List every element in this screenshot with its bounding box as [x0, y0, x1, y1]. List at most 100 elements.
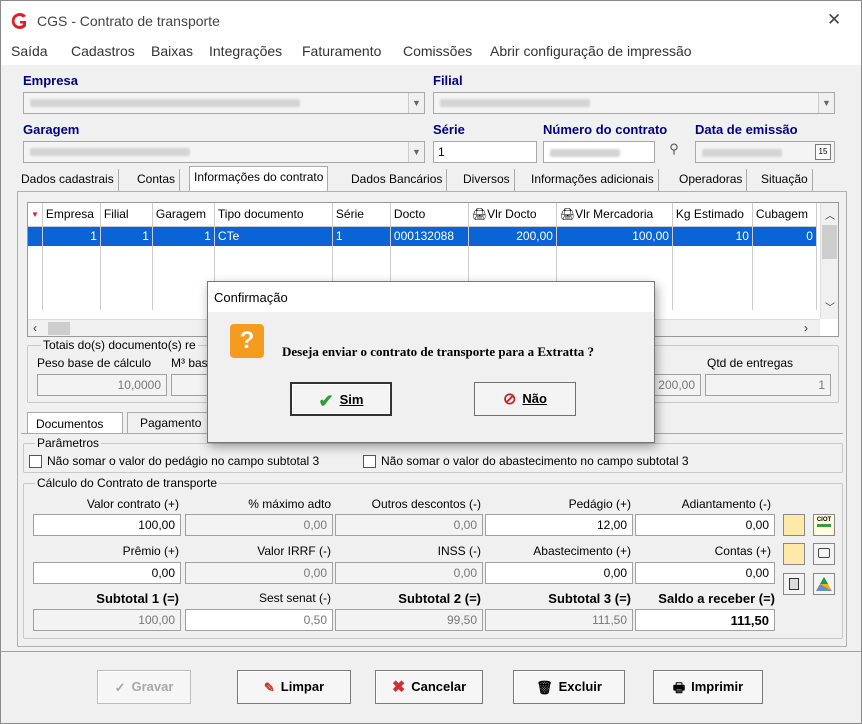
- limpar-button[interactable]: ✎ Limpar: [237, 670, 351, 704]
- calendar-icon[interactable]: 15: [815, 144, 831, 160]
- sort-arrow-icon: ▼: [28, 203, 43, 227]
- menu-abrir-config[interactable]: Abrir configuração de impressão: [490, 43, 692, 59]
- abastecimento-label: Abastecimento (+): [533, 544, 631, 558]
- col-kg-estimado[interactable]: Kg Estimado: [672, 203, 753, 227]
- ciot-icon[interactable]: CIOT: [813, 514, 835, 536]
- check-icon: ✓: [114, 679, 126, 695]
- tab-dados-cadastrais[interactable]: Dados cadastrais: [17, 169, 119, 191]
- garagem-combo[interactable]: ▼: [23, 141, 425, 163]
- valor-contrato-label: Valor contrato (+): [86, 497, 179, 511]
- gravar-button[interactable]: ✓ Gravar: [97, 670, 191, 704]
- sim-button[interactable]: ✔ Sim: [290, 382, 392, 416]
- subtotal3-field[interactable]: 111,50: [485, 609, 633, 631]
- tab-dados-bancarios[interactable]: Dados Bancários: [347, 169, 448, 191]
- adiantamento-field[interactable]: 0,00: [635, 514, 775, 536]
- max-adto-field[interactable]: 0,00: [185, 514, 333, 536]
- col-cubagem[interactable]: Cubagem: [752, 203, 817, 227]
- col-empresa[interactable]: Empresa: [42, 203, 101, 227]
- col-vlr-mercadoria[interactable]: 🖨Vlr Mercadoria: [556, 203, 673, 227]
- col-vlr-docto[interactable]: 🖨Vlr Docto: [468, 203, 557, 227]
- scroll-left-icon[interactable]: ‹: [33, 321, 37, 335]
- cell-garagem: 1: [152, 226, 215, 246]
- sest-senat-field[interactable]: 0,50: [185, 609, 333, 631]
- chk-pedagio[interactable]: [29, 455, 42, 468]
- sest-senat-label: Sest senat (-): [258, 591, 331, 605]
- chevron-down-icon[interactable]: ▼: [408, 142, 424, 162]
- receipt-icon[interactable]: [783, 543, 805, 565]
- redacted-value: [30, 99, 300, 107]
- message-icon[interactable]: [813, 543, 835, 565]
- broom-icon: ✎: [263, 679, 275, 695]
- peso-field[interactable]: 10,0000: [37, 374, 167, 396]
- tab-informacoes-adicionais[interactable]: Informações adicionais: [527, 169, 659, 191]
- premio-field[interactable]: 0,00: [33, 562, 181, 584]
- tab-informacoes-contrato[interactable]: Informações do contrato: [189, 166, 329, 192]
- tab-contas[interactable]: Contas: [133, 169, 181, 191]
- scroll-thumb[interactable]: [48, 322, 70, 335]
- subtotal1-field[interactable]: 100,00: [33, 609, 181, 631]
- menu-baixas[interactable]: Baixas: [151, 43, 193, 59]
- chk-abastecimento-label: Não somar o valor do abastecimento no ca…: [381, 454, 689, 468]
- subtab-pagamento[interactable]: Pagamento: [127, 412, 217, 434]
- serie-field[interactable]: 1: [433, 141, 537, 163]
- window-title: CGS - Contrato de transporte: [37, 13, 220, 29]
- vertical-scrollbar[interactable]: ︿ ﹀: [820, 203, 838, 319]
- col-tipo-documento[interactable]: Tipo documento: [214, 203, 333, 227]
- menu-cadastros[interactable]: Cadastros: [71, 43, 135, 59]
- outros-descontos-field[interactable]: 0,00: [335, 514, 483, 536]
- scroll-right-icon[interactable]: ›: [804, 321, 808, 335]
- col-docto[interactable]: Docto: [390, 203, 469, 227]
- irrf-label: Valor IRRF (-): [257, 544, 331, 558]
- pedagio-field[interactable]: 12,00: [485, 514, 633, 536]
- valor-contrato-field[interactable]: 100,00: [33, 514, 181, 536]
- cancelar-button[interactable]: ✖ Cancelar: [375, 670, 483, 704]
- table-row[interactable]: 1 1 1 CTe 1 000132088 200,00 100,00 10 0: [28, 226, 817, 246]
- menu-comissoes[interactable]: Comissões: [403, 43, 472, 59]
- scroll-thumb[interactable]: [822, 225, 837, 259]
- col-garagem[interactable]: Garagem: [152, 203, 215, 227]
- inss-field[interactable]: 0,00: [335, 562, 483, 584]
- data-emissao-field[interactable]: 15: [695, 141, 835, 163]
- ciot-glyph: CIOT: [816, 517, 832, 523]
- calculo-title: Cálculo do Contrato de transporte: [35, 476, 220, 490]
- entregas-field[interactable]: 1: [705, 374, 831, 396]
- menu-saida[interactable]: Saída: [11, 43, 48, 59]
- garagem-label: Garagem: [23, 122, 80, 137]
- chk-abastecimento[interactable]: [363, 455, 376, 468]
- subtab-documentos[interactable]: Documentos: [27, 412, 123, 434]
- scroll-up-icon[interactable]: ︿: [825, 207, 835, 222]
- m3-field[interactable]: [171, 374, 211, 396]
- empresa-label: Empresa: [23, 73, 78, 88]
- excluir-button[interactable]: 🗑 Excluir: [513, 670, 625, 704]
- tab-diversos[interactable]: Diversos: [459, 169, 515, 191]
- irrf-field[interactable]: 0,00: [185, 562, 333, 584]
- abastecimento-field[interactable]: 0,00: [485, 562, 633, 584]
- chevron-down-icon[interactable]: ▼: [818, 93, 834, 113]
- subtotal2-field[interactable]: 99,50: [335, 609, 483, 631]
- filial-combo[interactable]: ▼: [433, 92, 835, 114]
- dialog-body: ? Deseja enviar o contrato de transporte…: [208, 312, 654, 442]
- col-serie[interactable]: Série: [332, 203, 391, 227]
- contas-field[interactable]: 0,00: [635, 562, 775, 584]
- binoculars-icon[interactable]: ⚲: [661, 141, 687, 163]
- col-filial[interactable]: Filial: [100, 203, 153, 227]
- saldo-field[interactable]: 111,50: [635, 609, 775, 631]
- scroll-down-icon[interactable]: ﹀: [825, 299, 835, 314]
- menu-integracoes[interactable]: Integrações: [209, 43, 282, 59]
- tab-situacao[interactable]: Situação: [757, 169, 813, 191]
- menu-faturamento[interactable]: Faturamento: [302, 43, 381, 59]
- numero-contrato-field[interactable]: [543, 141, 655, 163]
- check-icon: ✔: [318, 390, 334, 411]
- close-icon[interactable]: ✕: [827, 10, 841, 30]
- copy-icon[interactable]: [783, 573, 805, 595]
- drive-icon[interactable]: [813, 573, 835, 595]
- empresa-combo[interactable]: ▼: [23, 92, 425, 114]
- imprimir-button[interactable]: 🖶 Imprimir: [653, 670, 763, 704]
- chevron-down-icon[interactable]: ▼: [408, 93, 424, 113]
- contas-label: Contas (+): [714, 544, 771, 558]
- inss-label: INSS (-): [437, 544, 481, 558]
- tab-operadoras[interactable]: Operadoras: [675, 169, 748, 191]
- bank-doc-icon[interactable]: [783, 514, 805, 536]
- prohibited-icon: ⊘: [503, 390, 517, 408]
- nao-button[interactable]: ⊘ Não: [474, 382, 576, 416]
